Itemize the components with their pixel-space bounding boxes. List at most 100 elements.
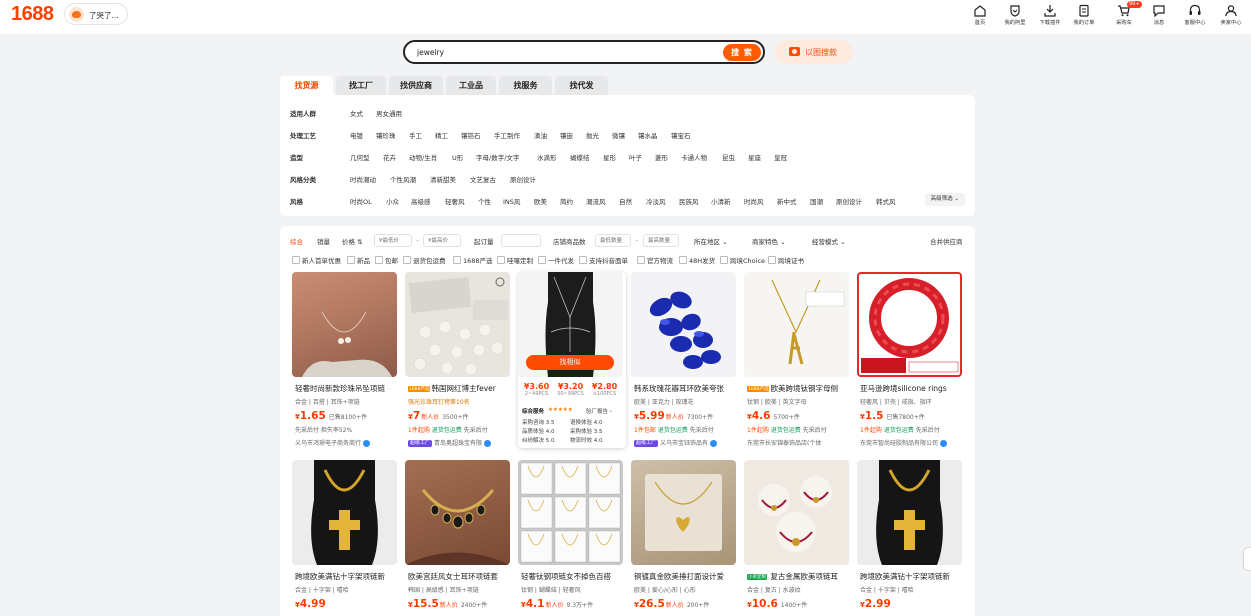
filter-option[interactable]: 镶珍珠	[376, 130, 396, 140]
product-card[interactable]: 轻奢钛钢项链女不掉色百搭 钛钢 | 蝴蝶结 | 轻奢风 ¥4.1新人价 9.3万+…	[518, 460, 626, 616]
image-search-button[interactable]: 以图搜款	[775, 40, 853, 64]
price-max-input[interactable]	[423, 234, 461, 247]
product-title[interactable]: 轻奢钛钢项链女不掉色百搭	[521, 571, 625, 582]
filter-option[interactable]: 叶子	[629, 152, 642, 162]
filter-option[interactable]: 自然	[619, 196, 632, 206]
filter-option[interactable]: 韩式风	[876, 196, 896, 206]
filter-option[interactable]: 高级感	[411, 196, 431, 206]
product-title[interactable]: 轻奢时尚新款珍珠吊坠项链	[295, 383, 399, 394]
filter-option[interactable]: 文艺复古	[470, 174, 496, 184]
product-image[interactable]	[744, 460, 849, 565]
filter-option[interactable]: 小众	[386, 196, 399, 206]
site-logo[interactable]: 1688	[11, 3, 54, 26]
checkbox-48h-ship[interactable]: 48H发货	[679, 255, 715, 265]
side-collapse-handle[interactable]	[1244, 548, 1251, 570]
checkbox-crossborder-choice[interactable]: 跨境Choice	[720, 255, 765, 265]
filter-option[interactable]: 皇冠	[774, 152, 787, 162]
product-image[interactable]	[292, 460, 397, 565]
tab-find-factory[interactable]: 找工厂	[336, 76, 386, 95]
shop-goods-max-input[interactable]	[643, 234, 679, 247]
filter-option[interactable]: 个性	[478, 196, 491, 206]
product-card[interactable]: 1688严选 欧美跨境钛钢字母侧 钛钢 | 欧美 | 英文字母 ¥4.6 5700+…	[744, 272, 852, 450]
filter-option[interactable]: 国潮	[810, 196, 823, 206]
filter-option[interactable]: 镶水晶	[638, 130, 658, 140]
filter-option[interactable]: U形	[452, 152, 463, 162]
moq-input[interactable]	[501, 234, 541, 247]
nav-download-plugin[interactable]: 下载插件	[1036, 4, 1064, 26]
filter-option[interactable]: 菱形	[655, 152, 668, 162]
product-title[interactable]: 跨境欧美满钻十字架项链新	[295, 571, 399, 582]
product-image[interactable]	[857, 460, 962, 565]
filter-option[interactable]: 女式	[350, 108, 363, 118]
product-card[interactable]: 小单定制 复古金属欧美项链耳 合金 | 复古 | 水波纹 ¥10.6 1400+件	[744, 460, 852, 616]
nav-my-orders[interactable]: 我的订单	[1070, 4, 1098, 26]
shop-selector[interactable]: 了哭了...	[64, 3, 128, 25]
checkbox-dropship[interactable]: 一件代发	[538, 255, 574, 265]
factory-report-link[interactable]: 验厂报告 ›	[586, 407, 612, 415]
filter-option[interactable]: 轻奢风	[445, 196, 465, 206]
filter-option[interactable]: 镶嵌	[560, 130, 573, 140]
dropdown-merchant-feature[interactable]: 商家特色 ⌄	[752, 236, 786, 246]
filter-option[interactable]: 时尚潮动	[350, 174, 376, 184]
filter-option[interactable]: 几何型	[350, 152, 370, 162]
advanced-filter-button[interactable]: 高级筛选 ⌄	[924, 193, 965, 206]
product-title[interactable]: 小单定制 复古金属欧美项链耳	[747, 571, 851, 582]
filter-option[interactable]: 花卉	[383, 152, 396, 162]
filter-option[interactable]: 镶锆石	[461, 130, 481, 140]
product-card[interactable]: 欧美宫廷风女士耳环项链套 韩国 | 高级感 | 耳饰+项链 ¥15.5新人价 24…	[405, 460, 513, 616]
seller-name[interactable]: 超级工厂 义乌市宝钰饰品有	[634, 438, 738, 447]
filter-option[interactable]: 小清新	[711, 196, 731, 206]
filter-option[interactable]: 蝴蝶结	[570, 152, 590, 162]
product-card[interactable]: 轻奢时尚新款珍珠吊坠项链 合金 | 百搭 | 耳饰+项链 ¥1.65 已售8100…	[292, 272, 400, 450]
product-image[interactable]	[292, 272, 397, 377]
checkbox-official-logistics[interactable]: 官方物流	[637, 255, 673, 265]
product-image[interactable]	[744, 272, 849, 377]
seller-name[interactable]: 东莞市智尚硅胶制品有限公司	[860, 438, 964, 447]
filter-option[interactable]: 原创设计	[836, 196, 862, 206]
seller-name[interactable]: 东莞市长安锦泰饰品店(个体	[747, 438, 851, 447]
filter-option[interactable]: 电镀	[350, 130, 363, 140]
sort-price[interactable]: 价格 ⇅	[342, 236, 363, 246]
product-title[interactable]: 韩系玫瑰花瓣耳环欧美夸张	[634, 383, 738, 394]
product-title[interactable]: 1688严选 欧美跨境钛钢字母侧	[747, 383, 851, 394]
filter-option[interactable]: 欧美	[534, 196, 547, 206]
product-card[interactable]: 跨境欧美满钻十字架项链新 合金 | 十字架 | 嘻哈 ¥4.99	[292, 460, 400, 616]
ranking-tagline[interactable]: 强光珍珠耳钉榜第10名	[408, 397, 470, 406]
product-card[interactable]: 跨境欧美满钻十字架项链新 合金 | 十字架 | 嘻哈 ¥2.99	[857, 460, 965, 616]
product-image[interactable]	[857, 272, 962, 377]
filter-option[interactable]: 民族风	[679, 196, 699, 206]
product-title[interactable]: 跨境欧美满钻十字架项链新	[860, 571, 964, 582]
seller-name[interactable]: 义乌市鸿璟电子商务商行	[295, 438, 399, 447]
nav-seller-center[interactable]: 卖家中心	[1217, 4, 1245, 26]
filter-option[interactable]: 镶宝石	[671, 130, 691, 140]
product-title[interactable]: 1688严选 韩国网红博主fever	[408, 383, 512, 394]
filter-option[interactable]: 原创设计	[510, 174, 536, 184]
filter-option[interactable]: 字母/数字/文字	[476, 152, 519, 162]
filter-option[interactable]: 新中式	[777, 196, 797, 206]
nav-service-center[interactable]: 客服中心	[1181, 4, 1209, 26]
tab-find-source[interactable]: 找货源	[280, 76, 333, 95]
filter-option[interactable]: 时尚风	[744, 196, 764, 206]
checkbox-newbie-discount[interactable]: 新人首单优惠	[292, 255, 341, 265]
filter-option[interactable]: 精工	[435, 130, 448, 140]
nav-cart[interactable]: 99+ 采购车	[1110, 1, 1142, 26]
tab-find-dropship[interactable]: 找代发	[555, 76, 608, 95]
filter-option[interactable]: 动物/生肖	[409, 152, 437, 162]
filter-option[interactable]: 个性风潮	[390, 174, 416, 184]
price-min-input[interactable]	[374, 234, 412, 247]
product-card[interactable]: 铜镀真金欧美捶打面设计爱 欧美 | 爱心/心形 | 心形 ¥26.5新人价 200…	[631, 460, 739, 616]
filter-option[interactable]: 清新甜美	[430, 174, 456, 184]
filter-option[interactable]: 水滴形	[537, 152, 557, 162]
filter-option[interactable]: 冷淡风	[646, 196, 666, 206]
checkbox-new[interactable]: 新品	[347, 255, 370, 265]
filter-option[interactable]: 手工	[409, 130, 422, 140]
checkbox-free-shipping[interactable]: 包邮	[375, 255, 398, 265]
product-image[interactable]	[631, 272, 736, 377]
merge-suppliers-toggle[interactable]: 合并供应商	[930, 236, 963, 246]
checkbox-return-shipping[interactable]: 退货包运费	[403, 255, 446, 265]
checkbox-douyin-waybill[interactable]: 支持抖音面单	[579, 255, 628, 265]
filter-option[interactable]: 简约	[560, 196, 573, 206]
product-title[interactable]: 欧美宫廷风女士耳环项链套	[408, 571, 512, 582]
tab-industrial[interactable]: 工业品	[446, 76, 496, 95]
filter-option[interactable]: 星座	[748, 152, 761, 162]
